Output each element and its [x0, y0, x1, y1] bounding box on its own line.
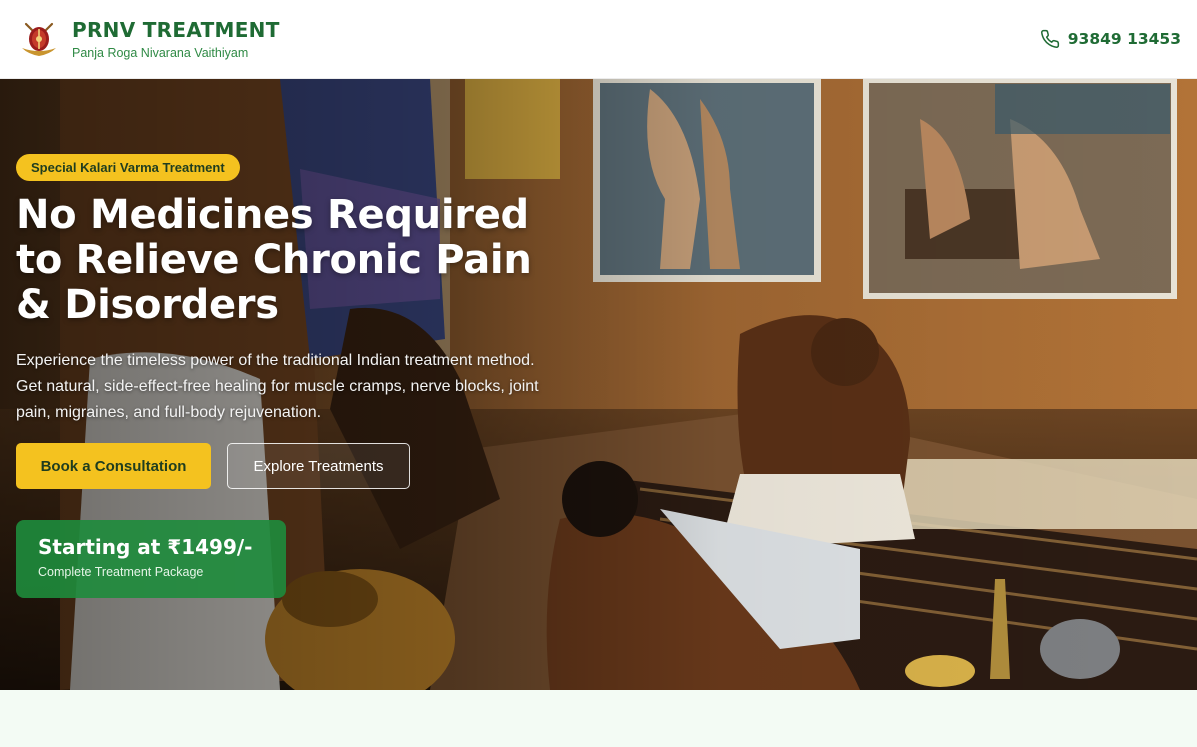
price-card: Starting at ₹1499/- Complete Treatment P… — [16, 520, 286, 598]
phone-number: 93849 13453 — [1067, 30, 1181, 48]
brand-subtitle: Panja Roga Nivarana Vaithiyam — [72, 46, 249, 60]
emblem-logo-icon — [22, 22, 56, 56]
next-section-band — [0, 690, 1197, 747]
book-consultation-button[interactable]: Book a Consultation — [16, 443, 211, 489]
brand[interactable]: PRNV TREATMENT Panja Roga Nivarana Vaith… — [18, 18, 280, 60]
brand-title: PRNV TREATMENT — [72, 18, 280, 42]
phone-link[interactable]: 93849 13453 — [1040, 29, 1181, 49]
price-note: Complete Treatment Package — [38, 565, 204, 579]
phone-icon — [1040, 29, 1059, 48]
treatment-badge: Special Kalari Varma Treatment — [16, 154, 240, 181]
hero-content: Special Kalari Varma Treatment No Medici… — [16, 154, 616, 598]
cta-row: Book a Consultation Explore Treatments — [16, 443, 616, 489]
hero-description: Experience the timeless power of the tra… — [16, 352, 539, 421]
explore-treatments-button[interactable]: Explore Treatments — [227, 443, 410, 489]
hero-headline: No Medicines Required to Relieve Chronic… — [16, 192, 532, 328]
price-amount: Starting at ₹1499/- — [38, 535, 253, 559]
hero-section: Special Kalari Varma Treatment No Medici… — [0, 79, 1197, 690]
site-header: PRNV TREATMENT Panja Roga Nivarana Vaith… — [0, 0, 1197, 79]
